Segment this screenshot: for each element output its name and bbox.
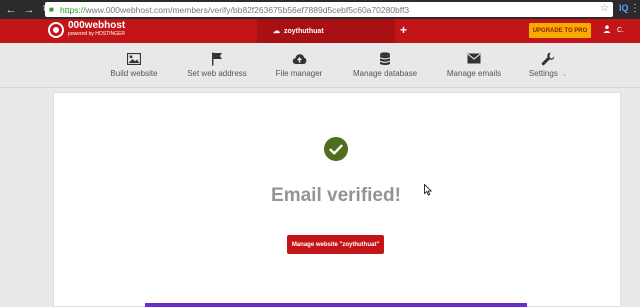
- url-protocol: https://: [60, 4, 86, 15]
- mouse-cursor-icon: [424, 184, 432, 196]
- menu-label: Manage emails: [446, 69, 502, 78]
- site-header: 000webhost powered by HOSTINGER ☁ zoythu…: [0, 19, 640, 43]
- menu-label: Build website: [110, 69, 158, 78]
- add-site-button[interactable]: +: [400, 23, 407, 37]
- user-name: C.: [617, 26, 624, 34]
- menu-file-manager[interactable]: File manager: [259, 51, 339, 78]
- menu-label: Settings ⌄: [528, 69, 568, 78]
- user-menu[interactable]: C.: [603, 25, 624, 35]
- bottom-banner: [145, 303, 527, 307]
- forward-icon[interactable]: →: [22, 3, 36, 17]
- user-icon: [603, 25, 611, 35]
- logo-subtitle: powered by HOSTINGER: [68, 31, 125, 37]
- browser-menu-icon[interactable]: ⋮: [630, 3, 640, 15]
- image-icon: [127, 51, 142, 66]
- menu-label: Manage database: [352, 69, 418, 78]
- flag-icon: [210, 51, 225, 66]
- page-title: Email verified!: [271, 185, 401, 206]
- chevron-down-icon: ⌄: [562, 72, 568, 78]
- logo-mark-icon: [48, 21, 64, 38]
- site-selector[interactable]: ☁ zoythuthuat: [257, 19, 395, 43]
- upgrade-button[interactable]: UPGRADE TO PRO: [529, 23, 591, 38]
- logo-title: 000webhost: [68, 20, 126, 31]
- bookmark-star-icon[interactable]: ☆: [600, 3, 609, 14]
- menu-label: Set web address: [187, 69, 247, 78]
- logo[interactable]: 000webhost powered by HOSTINGER: [48, 21, 125, 38]
- browser-toolbar: ← → ↻ ■ https:// www.000webhost.com/memb…: [0, 0, 640, 19]
- envelope-icon: [467, 51, 482, 66]
- extension-iq-icon[interactable]: IQ: [619, 3, 629, 15]
- cloud-upload-icon: [292, 51, 307, 66]
- check-circle-icon: [324, 137, 348, 161]
- site-name: zoythuthuat: [284, 27, 324, 35]
- menu-label: File manager: [275, 69, 323, 78]
- address-bar[interactable]: ■ https:// www.000webhost.com/members/ve…: [45, 2, 613, 17]
- manage-website-button[interactable]: Manage website "zoythuthuat": [287, 235, 384, 254]
- back-icon[interactable]: ←: [4, 3, 18, 17]
- url-text: www.000webhost.com/members/verify/bb82f2…: [85, 4, 410, 15]
- cloud-icon: ☁: [273, 28, 280, 35]
- lock-icon: ■: [49, 4, 54, 14]
- menu-build-website[interactable]: Build website: [94, 51, 174, 78]
- menu-set-web-address[interactable]: Set web address: [177, 51, 257, 78]
- database-icon: [378, 51, 393, 66]
- wrench-icon: [541, 51, 556, 66]
- menu-manage-database[interactable]: Manage database: [345, 51, 425, 78]
- main-menu: Build website Set web address File manag…: [0, 43, 640, 88]
- menu-settings[interactable]: Settings ⌄: [508, 51, 588, 78]
- menu-manage-emails[interactable]: Manage emails: [434, 51, 514, 78]
